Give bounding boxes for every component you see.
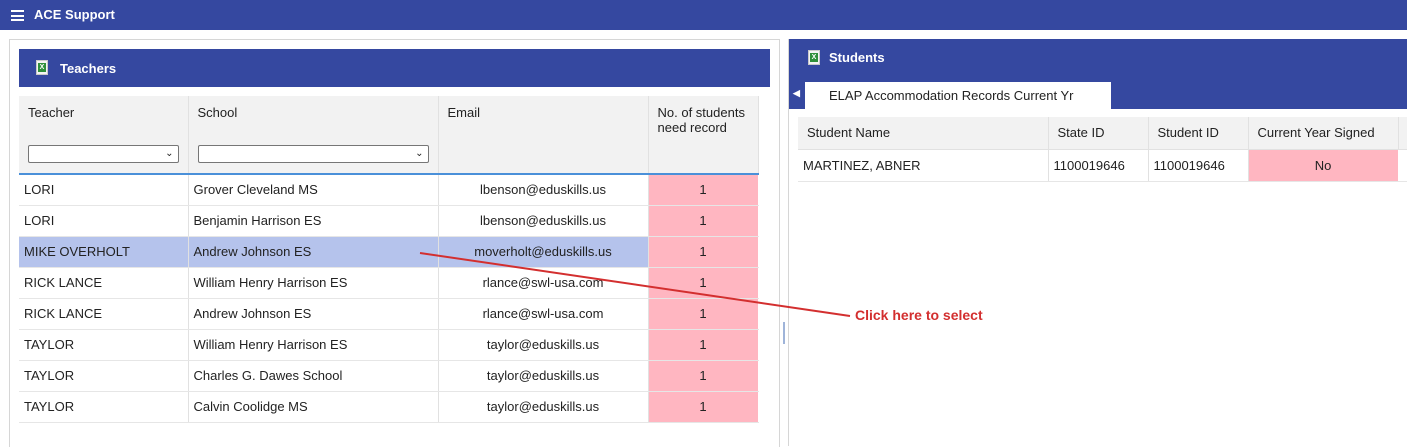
tab-elap-records[interactable]: ELAP Accommodation Records Current Yr xyxy=(805,82,1111,109)
signed-status-cell: No xyxy=(1248,149,1399,182)
count-filter-cell xyxy=(648,135,759,175)
teacher-filter-select[interactable]: ⌄ xyxy=(28,145,179,163)
excel-export-icon[interactable]: X xyxy=(36,60,48,75)
panel-splitter[interactable] xyxy=(783,322,785,344)
column-header-teacher[interactable]: Teacher xyxy=(19,96,189,135)
students-panel-title: Students xyxy=(829,50,885,65)
email-cell: taylor@eduskills.us xyxy=(438,391,649,423)
count-cell: 1 xyxy=(648,236,759,268)
chevron-down-icon: ⌄ xyxy=(165,148,174,159)
school-cell: Calvin Coolidge MS xyxy=(188,391,439,423)
email-cell: rlance@swl-usa.com xyxy=(438,267,649,299)
school-cell: Grover Cleveland MS xyxy=(188,174,439,206)
count-cell: 1 xyxy=(648,174,759,206)
teacher-cell: MIKE OVERHOLT xyxy=(19,236,189,268)
count-cell: 1 xyxy=(648,329,759,361)
school-cell: William Henry Harrison ES xyxy=(188,329,439,361)
teachers-panel-title: Teachers xyxy=(60,61,117,76)
email-filter-cell xyxy=(438,135,649,175)
email-cell: lbenson@eduskills.us xyxy=(438,205,649,237)
school-filter-cell: ⌄ xyxy=(188,135,439,175)
excel-export-icon[interactable]: X xyxy=(808,50,820,65)
students-panel-header: X Students ◀ ELAP Accommodation Records … xyxy=(789,39,1407,109)
count-cell: 1 xyxy=(648,267,759,299)
table-row[interactable]: TAYLOR Calvin Coolidge MS taylor@eduskills… xyxy=(19,391,759,423)
students-table: Student Name State ID Student ID Current… xyxy=(798,117,1407,182)
count-cell: 1 xyxy=(648,298,759,330)
app-title: ACE Support xyxy=(34,7,115,22)
column-header-current-year-signed[interactable]: Current Year Signed xyxy=(1248,117,1399,150)
count-cell: 1 xyxy=(648,205,759,237)
table-row[interactable]: LORI Benjamin Harrison ES lbenson@eduskill… xyxy=(19,205,759,237)
teachers-table: Teacher School Email No. of students nee… xyxy=(19,96,759,423)
table-row[interactable]: LORI Grover Cleveland MS lbenson@eduskills… xyxy=(19,174,759,206)
email-cell: lbenson@eduskills.us xyxy=(438,174,649,206)
state-id-cell: 1100019646 xyxy=(1048,149,1149,182)
column-header-state-id[interactable]: State ID xyxy=(1048,117,1149,150)
teacher-cell: TAYLOR xyxy=(19,360,189,392)
table-row[interactable]: TAYLOR Charles G. Dawes School taylor@edus… xyxy=(19,360,759,392)
column-header-student-id[interactable]: Student ID xyxy=(1148,117,1249,150)
count-cell: 1 xyxy=(648,391,759,423)
column-header-student-name[interactable]: Student Name xyxy=(798,117,1049,150)
teachers-panel-header: X Teachers xyxy=(19,49,770,87)
menu-icon[interactable] xyxy=(11,10,24,21)
school-cell: Andrew Johnson ES xyxy=(188,236,439,268)
column-header-school[interactable]: School xyxy=(188,96,439,135)
table-row[interactable]: MARTINEZ, ABNER 1100019646 1100019646 No xyxy=(798,149,1407,182)
annotation-text: Click here to select xyxy=(855,307,983,323)
email-cell: taylor@eduskills.us xyxy=(438,329,649,361)
student-id-cell: 1100019646 xyxy=(1148,149,1249,182)
table-row[interactable]: RICK LANCE Andrew Johnson ES rlance@swl-us… xyxy=(19,298,759,330)
teachers-panel: X Teachers Teacher School Email No. of s… xyxy=(9,39,780,447)
teacher-filter-cell: ⌄ xyxy=(19,135,189,175)
school-cell: Benjamin Harrison ES xyxy=(188,205,439,237)
column-header-email[interactable]: Email xyxy=(438,96,649,135)
table-row[interactable]: MIKE OVERHOLT Andrew Johnson ES moverholt@… xyxy=(19,236,759,268)
teacher-cell: TAYLOR xyxy=(19,329,189,361)
spacer-cell xyxy=(1398,149,1407,182)
email-cell: moverholt@eduskills.us xyxy=(438,236,649,268)
school-cell: Charles G. Dawes School xyxy=(188,360,439,392)
teacher-cell: RICK LANCE xyxy=(19,298,189,330)
table-row[interactable]: TAYLOR William Henry Harrison ES taylor@ed… xyxy=(19,329,759,361)
student-name-cell: MARTINEZ, ABNER xyxy=(798,149,1049,182)
top-bar: ACE Support xyxy=(0,0,1407,30)
count-cell: 1 xyxy=(648,360,759,392)
teacher-cell: LORI xyxy=(19,174,189,206)
column-header-spacer xyxy=(1398,117,1407,150)
table-row[interactable]: RICK LANCE William Henry Harrison ES rlanc… xyxy=(19,267,759,299)
teacher-cell: TAYLOR xyxy=(19,391,189,423)
school-filter-select[interactable]: ⌄ xyxy=(197,145,429,163)
chevron-down-icon: ⌄ xyxy=(415,148,424,159)
tab-scroll-left-icon[interactable]: ◀ xyxy=(793,88,800,99)
teacher-cell: RICK LANCE xyxy=(19,267,189,299)
email-cell: rlance@swl-usa.com xyxy=(438,298,649,330)
teacher-cell: LORI xyxy=(19,205,189,237)
column-header-count[interactable]: No. of students need record xyxy=(648,96,759,135)
school-cell: Andrew Johnson ES xyxy=(188,298,439,330)
school-cell: William Henry Harrison ES xyxy=(188,267,439,299)
students-panel: X Students ◀ ELAP Accommodation Records … xyxy=(788,39,1407,446)
email-cell: taylor@eduskills.us xyxy=(438,360,649,392)
